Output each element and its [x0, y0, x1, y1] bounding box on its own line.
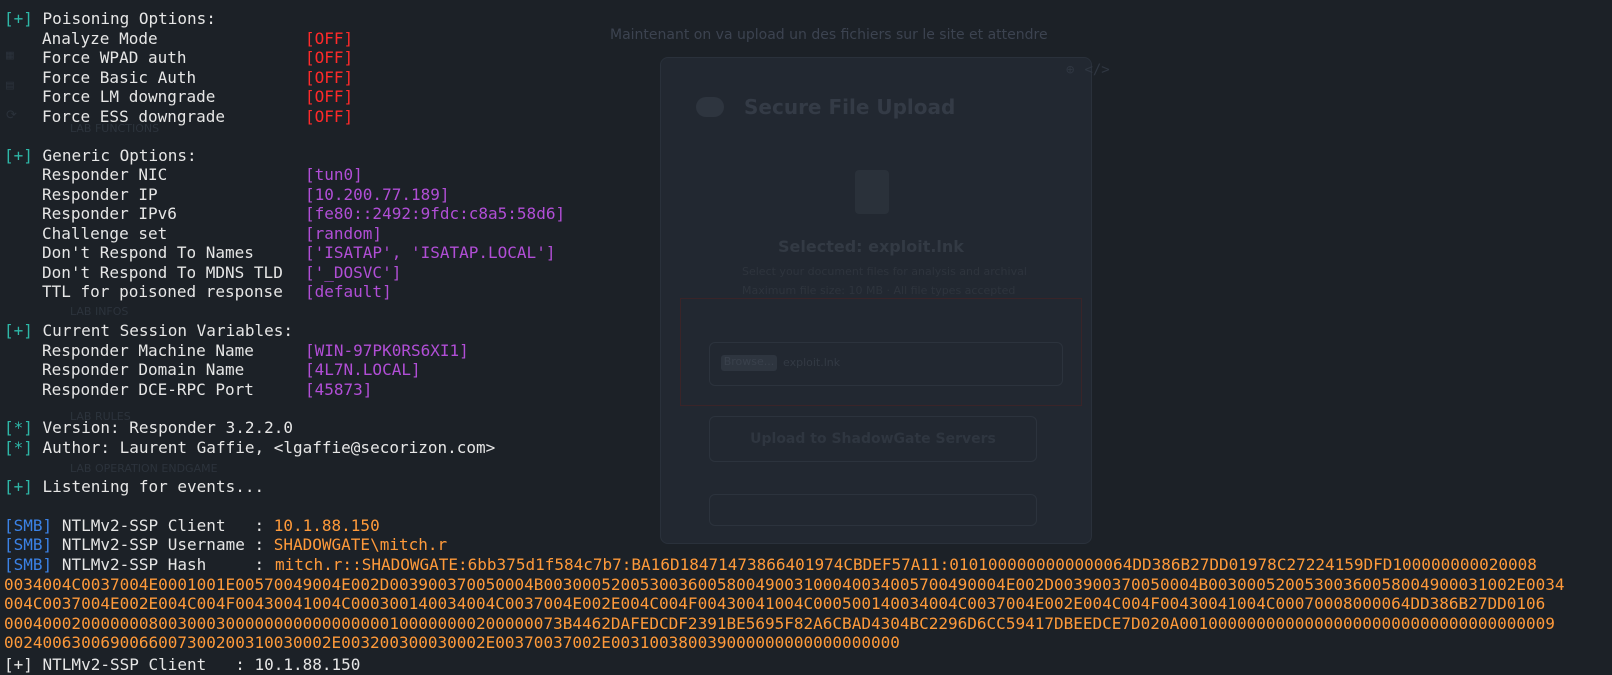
- result-field: [709, 494, 1037, 526]
- captured-username: SHADOWGATE\mitch.r: [273, 535, 448, 554]
- hash-line: 0034004C0037004E0001001E00570049004E002D…: [4, 574, 1565, 594]
- upload-note-1: Select your document files for analysis …: [742, 265, 1027, 278]
- author-line: [*] Author: Laurent Gaffie, <lgaffie@sec…: [4, 438, 495, 458]
- option-label: Force WPAD auth: [42, 48, 187, 67]
- sidebar-icon[interactable]: ⟳: [6, 108, 17, 123]
- sidebar-icon[interactable]: ▤: [6, 78, 14, 93]
- file-name: exploit.lnk: [783, 356, 841, 369]
- option-value: [OFF]: [305, 107, 354, 126]
- plus-prefix: [+]: [4, 477, 33, 496]
- author-text: Author: Laurent Gaffie, <lgaffie@secoriz…: [42, 438, 496, 457]
- option-value: ['_DOSVC']: [305, 263, 402, 282]
- version-text: Version: Responder 3.2.2.0: [42, 418, 293, 437]
- option-label: Analyze Mode: [42, 29, 158, 48]
- sidebar-label: LAB OPERATION ENDGAME: [70, 462, 218, 475]
- section-header-session: [+] Current Session Variables:: [4, 321, 293, 341]
- plus-prefix: [+]: [4, 321, 33, 340]
- code-icon[interactable]: </>: [1084, 62, 1109, 78]
- option-value: ['ISATAP', 'ISATAP.LOCAL']: [305, 243, 556, 262]
- hash-line: 0004000200000008003000300000000000000000…: [4, 613, 1555, 633]
- selected-file-label: Selected: exploit.lnk: [778, 237, 964, 256]
- smb-client-line: [SMB] NTLMv2-SSP Client : 10.1.88.150: [4, 516, 380, 536]
- option-label: Force LM downgrade: [42, 87, 216, 106]
- section-header-poisoning: [+] Poisoning Options:: [4, 9, 216, 29]
- card-tools: ⊕ </>: [1066, 62, 1120, 78]
- option-value: [default]: [305, 282, 392, 301]
- ntlmv2-hash[interactable]: mitch.r::SHADOWGATE:6bb375d1f584c7b7:BA1…: [4, 555, 1565, 653]
- section-title: Generic Options:: [42, 146, 197, 165]
- file-icon: [855, 170, 889, 214]
- option-value: [OFF]: [305, 87, 354, 106]
- section-header-generic: [+] Generic Options:: [4, 146, 197, 166]
- smb-prefix: [SMB]: [4, 535, 53, 554]
- hash-line: 0024006300690066007300200310030002E00320…: [4, 633, 900, 652]
- option-label: Don't Respond To Names: [42, 243, 254, 262]
- zoom-icon[interactable]: ⊕: [1066, 62, 1074, 78]
- next-event-line: [+] NTLMv2-SSP Client : 10.1.88.150: [4, 655, 361, 674]
- option-value: [4L7N.LOCAL]: [305, 360, 421, 379]
- smb-username-line: [SMB] NTLMv2-SSP Username : SHADOWGATE\m…: [4, 535, 447, 555]
- option-label: Responder DCE-RPC Port: [42, 380, 254, 399]
- option-label: TTL for poisoned response: [42, 282, 283, 301]
- smb-prefix: [SMB]: [4, 516, 53, 535]
- option-value: [OFF]: [305, 29, 354, 48]
- hash-line: 004C0037004E002E004C004F00430041004C0003…: [4, 594, 1546, 613]
- option-label: Responder NIC: [42, 165, 168, 184]
- star-prefix: [*]: [4, 438, 33, 457]
- section-title: Poisoning Options:: [42, 9, 216, 28]
- option-value: [45873]: [305, 380, 373, 399]
- option-label: Force Basic Auth: [42, 68, 197, 87]
- client-ip: 10.1.88.150: [273, 516, 380, 535]
- listening-line: [+] Listening for events...: [4, 477, 264, 497]
- option-label: Responder Domain Name: [42, 360, 245, 379]
- upload-button[interactable]: Upload to ShadowGate Servers: [709, 416, 1037, 462]
- version-line: [*] Version: Responder 3.2.2.0: [4, 418, 293, 438]
- sidebar-icon[interactable]: ▦: [6, 48, 14, 63]
- plus-prefix: [+]: [4, 146, 33, 165]
- section-title: Current Session Variables:: [42, 321, 293, 340]
- cloud-upload-icon: [696, 97, 724, 117]
- option-label: Challenge set: [42, 224, 168, 243]
- option-label: Don't Respond To MDNS TLD: [42, 263, 283, 282]
- option-value: [fe80::2492:9fdc:c8a5:58d6]: [305, 204, 566, 223]
- smb-label: NTLMv2-SSP Client :: [61, 516, 274, 535]
- option-label: Responder Machine Name: [42, 341, 254, 360]
- card-title: Secure File Upload: [744, 95, 956, 119]
- plus-prefix: [+]: [4, 9, 33, 28]
- option-label: Force ESS downgrade: [42, 107, 226, 126]
- option-value: [10.200.77.189]: [305, 185, 450, 204]
- sidebar-label: LAB INFOS: [70, 305, 129, 318]
- upload-note-2: Maximum file size: 10 MB · All file type…: [742, 284, 1016, 297]
- option-value: [WIN-97PK0RS6XI1]: [305, 341, 469, 360]
- smb-label: NTLMv2-SSP Username :: [61, 535, 274, 554]
- option-label: Responder IP: [42, 185, 158, 204]
- hash-line: mitch.r::SHADOWGATE:6bb375d1f584c7b7:BA1…: [275, 555, 1537, 574]
- listening-text: Listening for events...: [42, 477, 265, 496]
- star-prefix: [*]: [4, 418, 33, 437]
- browse-button[interactable]: Browse...: [721, 355, 777, 371]
- option-value: [tun0]: [305, 165, 363, 184]
- option-value: [OFF]: [305, 48, 354, 67]
- background-caption: Maintenant on va upload un des fichiers …: [610, 27, 1048, 43]
- option-label: Responder IPv6: [42, 204, 177, 223]
- option-value: [random]: [305, 224, 383, 243]
- option-value: [OFF]: [305, 68, 354, 87]
